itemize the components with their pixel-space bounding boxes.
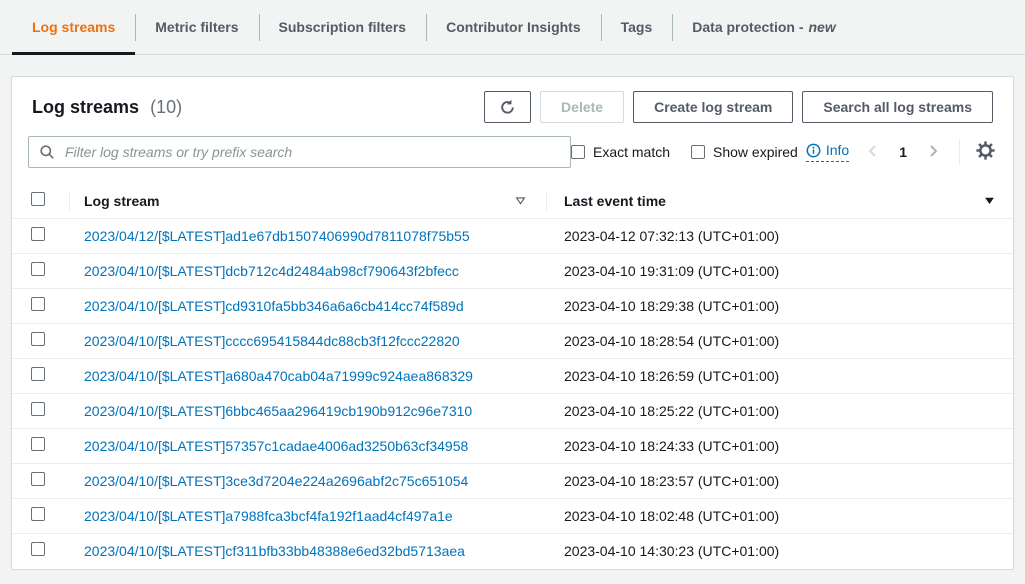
last-event-time: 2023-04-12 07:32:13 (UTC+01:00) <box>546 218 1013 253</box>
delete-button[interactable]: Delete <box>540 91 624 123</box>
filter-bar: Exact match Show expired Info <box>12 136 1013 168</box>
search-box <box>28 136 571 168</box>
show-expired-label: Show expired <box>713 144 798 160</box>
refresh-icon <box>499 99 516 116</box>
row-checkbox[interactable] <box>31 332 45 346</box>
table-row: 2023/04/10/[$LATEST]57357c1cadae4006ad32… <box>12 428 1013 463</box>
table-row: 2023/04/10/[$LATEST]cd9310fa5bb346a6a6cb… <box>12 288 1013 323</box>
table-row: 2023/04/10/[$LATEST]a7988fca3bcf4fa192f1… <box>12 498 1013 533</box>
log-stream-link[interactable]: 2023/04/10/[$LATEST]6bbc465aa296419cb190… <box>84 403 472 419</box>
search-all-log-streams-button[interactable]: Search all log streams <box>802 91 993 123</box>
last-event-time: 2023-04-10 18:24:33 (UTC+01:00) <box>546 428 1013 463</box>
exact-match-checkbox[interactable] <box>571 145 585 159</box>
row-checkbox[interactable] <box>31 367 45 381</box>
info-link-label: Info <box>826 142 849 158</box>
log-group-tabbar: Log streams Metric filters Subscription … <box>0 0 1025 55</box>
table-row: 2023/04/10/[$LATEST]6bbc465aa296419cb190… <box>12 393 1013 428</box>
table-row: 2023/04/10/[$LATEST]cf311bfb33bb48388e6e… <box>12 533 1013 568</box>
chevron-left-icon <box>865 143 881 162</box>
info-icon <box>806 143 821 158</box>
last-event-time: 2023-04-10 18:29:38 (UTC+01:00) <box>546 288 1013 323</box>
log-streams-table: Log stream Last event time <box>12 184 1013 568</box>
exact-match-checkbox-group[interactable]: Exact match <box>571 144 670 160</box>
last-event-time: 2023-04-10 18:28:54 (UTC+01:00) <box>546 323 1013 358</box>
tab-contributor-insights[interactable]: Contributor Insights <box>426 0 601 54</box>
row-checkbox[interactable] <box>31 472 45 486</box>
filter-controls: Exact match Show expired Info <box>571 139 997 165</box>
panel-title-count: (10) <box>150 97 182 117</box>
log-stream-link[interactable]: 2023/04/10/[$LATEST]cf311bfb33bb48388e6e… <box>84 543 465 559</box>
last-event-time: 2023-04-10 18:23:57 (UTC+01:00) <box>546 463 1013 498</box>
tab-label: Subscription filters <box>279 19 407 35</box>
table-row: 2023/04/10/[$LATEST]a680a470cab04a71999c… <box>12 358 1013 393</box>
table-row: 2023/04/10/[$LATEST]dcb712c4d2484ab98cf7… <box>12 253 1013 288</box>
tab-subscription-filters[interactable]: Subscription filters <box>259 0 427 54</box>
row-checkbox[interactable] <box>31 297 45 311</box>
last-event-time: 2023-04-10 18:25:22 (UTC+01:00) <box>546 393 1013 428</box>
last-event-time: 2023-04-10 14:30:23 (UTC+01:00) <box>546 533 1013 568</box>
show-expired-checkbox[interactable] <box>691 145 705 159</box>
row-checkbox[interactable] <box>31 507 45 521</box>
panel-header: Log streams (10) Delete Create log strea… <box>12 77 1013 123</box>
row-checkbox[interactable] <box>31 542 45 556</box>
gear-icon <box>976 141 995 163</box>
tab-label: Metric filters <box>155 19 238 35</box>
log-stream-link[interactable]: 2023/04/10/[$LATEST]3ce3d7204e224a2696ab… <box>84 473 468 489</box>
table-row: 2023/04/10/[$LATEST]cccc695415844dc88cb3… <box>12 323 1013 358</box>
next-page-button[interactable] <box>923 141 943 164</box>
show-expired-checkbox-group[interactable]: Show expired <box>691 144 798 160</box>
pagination: 1 <box>863 139 997 165</box>
tab-new-badge: new <box>809 19 836 35</box>
log-stream-link[interactable]: 2023/04/10/[$LATEST]dcb712c4d2484ab98cf7… <box>84 263 459 279</box>
tab-data-protection[interactable]: Data protection - new <box>672 0 855 54</box>
page-title: Log streams (10) <box>32 91 182 123</box>
row-checkbox[interactable] <box>31 262 45 276</box>
row-checkbox[interactable] <box>31 227 45 241</box>
sortable-icon[interactable] <box>515 195 526 206</box>
create-log-stream-button[interactable]: Create log stream <box>633 91 793 123</box>
chevron-right-icon <box>925 143 941 162</box>
tab-label: Tags <box>621 19 653 35</box>
last-event-time: 2023-04-10 19:31:09 (UTC+01:00) <box>546 253 1013 288</box>
tab-label: Log streams <box>32 19 115 35</box>
log-streams-panel: Log streams (10) Delete Create log strea… <box>11 76 1014 570</box>
previous-page-button[interactable] <box>863 141 883 164</box>
toolbar: Delete Create log stream Search all log … <box>484 91 993 123</box>
last-event-time: 2023-04-10 18:02:48 (UTC+01:00) <box>546 498 1013 533</box>
last-event-time: 2023-04-10 18:26:59 (UTC+01:00) <box>546 358 1013 393</box>
select-all-checkbox[interactable] <box>31 192 45 206</box>
log-stream-link[interactable]: 2023/04/12/[$LATEST]ad1e67db1507406990d7… <box>84 228 470 244</box>
column-header-log-stream[interactable]: Log stream <box>84 193 159 209</box>
log-stream-link[interactable]: 2023/04/10/[$LATEST]a680a470cab04a71999c… <box>84 368 473 384</box>
table-body: 2023/04/12/[$LATEST]ad1e67db1507406990d7… <box>12 218 1013 568</box>
tab-tags[interactable]: Tags <box>601 0 673 54</box>
show-expired-info-link[interactable]: Info <box>806 142 849 162</box>
refresh-button[interactable] <box>484 91 531 123</box>
current-page-number[interactable]: 1 <box>899 144 907 160</box>
tab-metric-filters[interactable]: Metric filters <box>135 0 258 54</box>
log-stream-link[interactable]: 2023/04/10/[$LATEST]cccc695415844dc88cb3… <box>84 333 460 349</box>
tab-label: Contributor Insights <box>446 19 581 35</box>
preferences-button[interactable] <box>974 139 997 165</box>
panel-title-text: Log streams <box>32 97 139 117</box>
tab-log-streams[interactable]: Log streams <box>12 0 135 54</box>
exact-match-label: Exact match <box>593 144 670 160</box>
table-row: 2023/04/10/[$LATEST]3ce3d7204e224a2696ab… <box>12 463 1013 498</box>
log-stream-link[interactable]: 2023/04/10/[$LATEST]a7988fca3bcf4fa192f1… <box>84 508 453 524</box>
log-stream-link[interactable]: 2023/04/10/[$LATEST]57357c1cadae4006ad32… <box>84 438 468 454</box>
tab-label: Data protection - <box>692 19 803 35</box>
table-row: 2023/04/12/[$LATEST]ad1e67db1507406990d7… <box>12 218 1013 253</box>
table-header-row: Log stream Last event time <box>12 184 1013 218</box>
sorted-desc-icon[interactable] <box>984 195 995 206</box>
column-header-last-event-time[interactable]: Last event time <box>564 193 666 209</box>
row-checkbox[interactable] <box>31 437 45 451</box>
log-stream-link[interactable]: 2023/04/10/[$LATEST]cd9310fa5bb346a6a6cb… <box>84 298 464 314</box>
filter-log-streams-input[interactable] <box>28 136 571 168</box>
pagination-divider <box>959 139 960 165</box>
row-checkbox[interactable] <box>31 402 45 416</box>
